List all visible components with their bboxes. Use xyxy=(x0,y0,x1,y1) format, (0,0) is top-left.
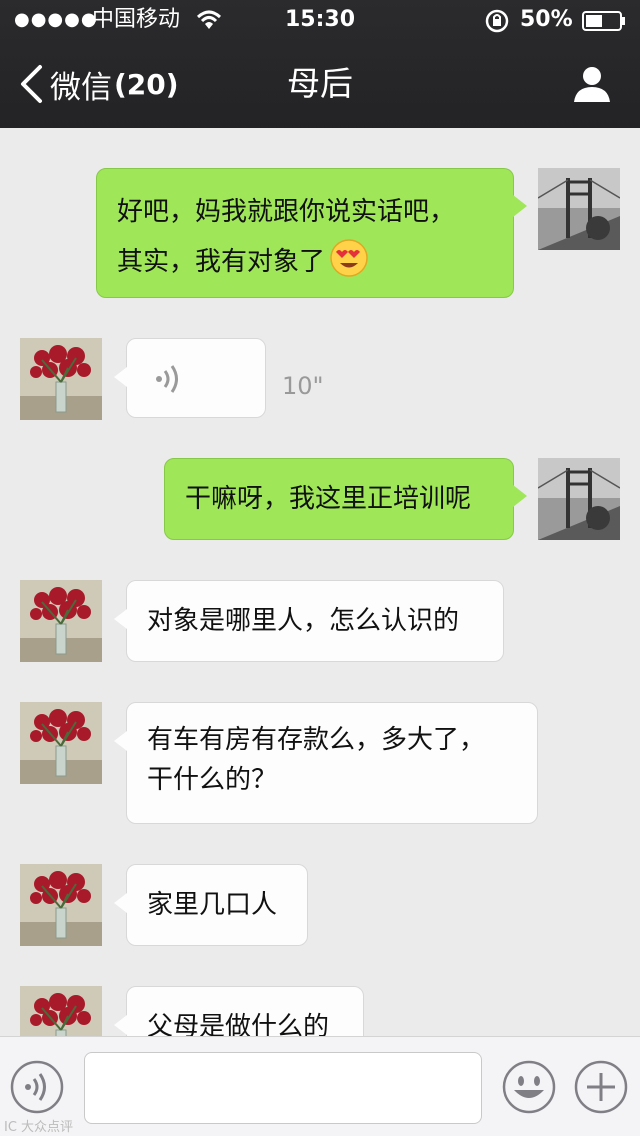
voice-message-bubble[interactable] xyxy=(114,338,266,418)
roses-photo-icon xyxy=(20,580,102,662)
chat-title: 母后 xyxy=(287,64,353,103)
message-bubble-received[interactable]: 有车有房有存款么，多大了， 干什么的？ xyxy=(114,702,538,824)
battery-percent: 50% xyxy=(520,7,573,32)
message-text: 父母是做什么的 xyxy=(147,1012,330,1036)
roses-photo-icon xyxy=(20,338,102,420)
message-text: 好吧，妈我就跟你说实话吧， xyxy=(117,197,456,227)
voice-input-icon[interactable] xyxy=(10,1060,64,1114)
message-bubble-sent[interactable]: 好吧，妈我就跟你说实话吧， 其实，我有对象了 xyxy=(96,168,527,298)
message-bubble-received[interactable]: 家里几口人 xyxy=(114,864,308,946)
message-text: 家里几口人 xyxy=(147,890,278,920)
voice-duration: 10" xyxy=(282,372,324,400)
bridge-photo-icon xyxy=(538,168,620,250)
header: ●●●●● 中国移动 15:30 50% 微信 (20) 母后 xyxy=(0,0,640,128)
profile-icon[interactable] xyxy=(572,64,612,104)
message-text: 对象是哪里人，怎么认识的 xyxy=(147,606,460,636)
message-bubble-received[interactable]: 父母是做什么的 xyxy=(114,986,364,1036)
nav-bar: 微信 (20) 母后 xyxy=(0,40,640,128)
watermark: IC 大众点评 xyxy=(4,1120,74,1135)
roses-photo-icon xyxy=(20,702,102,784)
message-input[interactable] xyxy=(84,1052,482,1124)
contact-avatar[interactable] xyxy=(20,864,102,946)
rotation-lock-icon xyxy=(485,9,509,33)
contact-avatar[interactable] xyxy=(20,702,102,784)
battery-icon xyxy=(582,11,625,31)
heart-eyes-emoji xyxy=(330,239,368,277)
message-bubble-sent[interactable]: 干嘛呀，我这里正培训呢 xyxy=(164,458,527,540)
status-bar: ●●●●● 中国移动 15:30 50% xyxy=(0,0,640,40)
contact-avatar[interactable] xyxy=(20,986,102,1036)
message-text: 干嘛呀，我这里正培训呢 xyxy=(185,484,472,514)
message-text: 其实，我有对象了 xyxy=(117,247,326,277)
bridge-photo-icon xyxy=(538,458,620,540)
voice-wave-icon xyxy=(156,365,178,393)
my-avatar[interactable] xyxy=(538,458,620,540)
chat-messages[interactable]: 好吧，妈我就跟你说实话吧， 其实，我有对象了 10" 干嘛呀，我这里正培训呢 对… xyxy=(0,128,640,1036)
plus-icon[interactable] xyxy=(574,1060,628,1114)
roses-photo-icon xyxy=(20,986,102,1036)
input-bar xyxy=(0,1036,640,1136)
contact-avatar[interactable] xyxy=(20,338,102,420)
roses-photo-icon xyxy=(20,864,102,946)
message-bubble-received[interactable]: 对象是哪里人，怎么认识的 xyxy=(114,580,504,662)
contact-avatar[interactable] xyxy=(20,580,102,662)
my-avatar[interactable] xyxy=(538,168,620,250)
emoji-icon[interactable] xyxy=(502,1060,556,1114)
